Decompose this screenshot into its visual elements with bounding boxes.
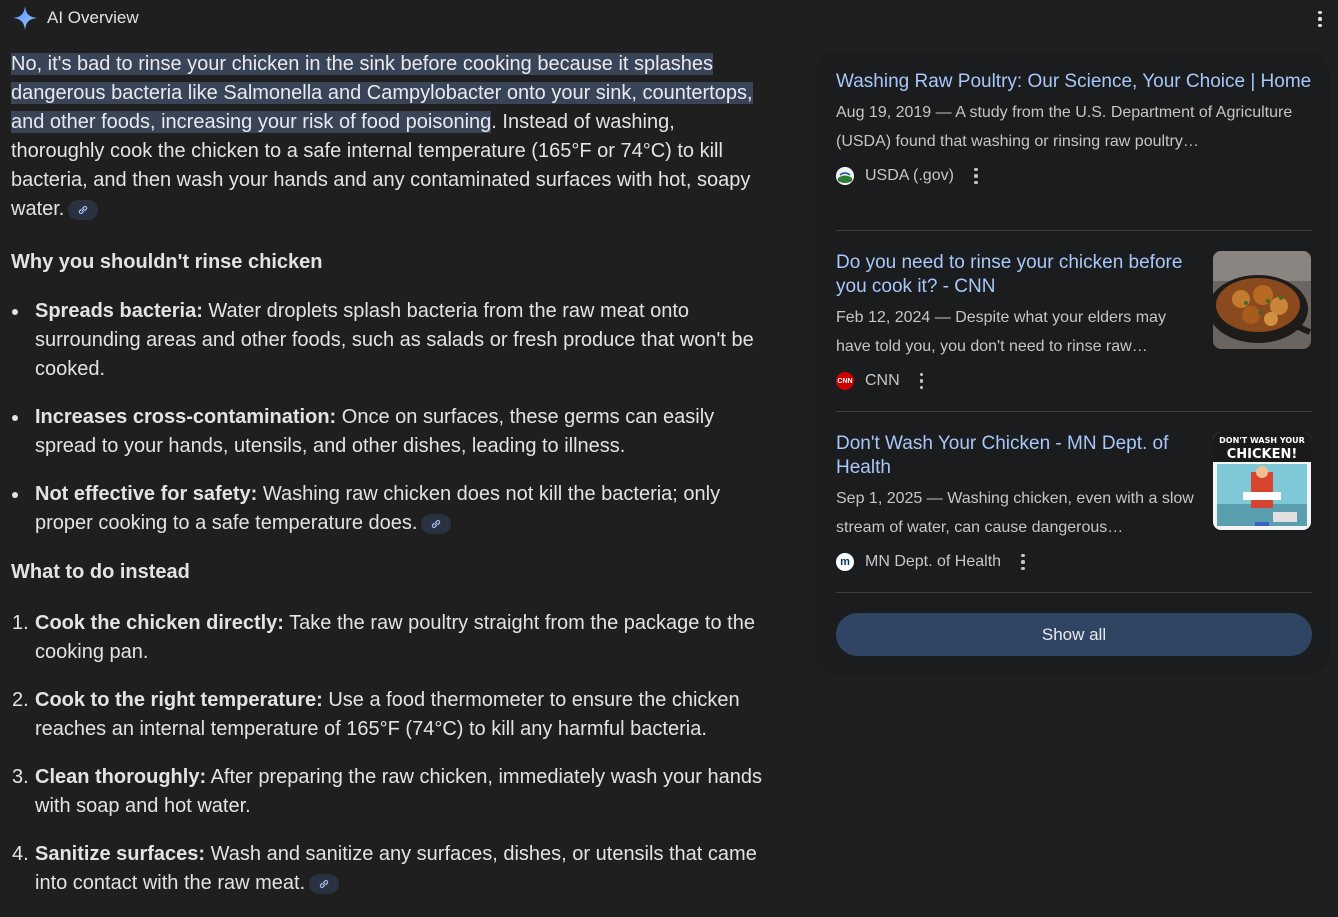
- step-item: 3. Clean thoroughly: After preparing the …: [11, 763, 771, 821]
- usda-favicon-icon: [836, 167, 854, 185]
- source-site: CNN: [865, 372, 900, 389]
- source-snippet: Sep 1, 2025 — Washing chicken, even with…: [836, 490, 1194, 536]
- why-item: Increases cross-contamination: Once on s…: [11, 403, 771, 461]
- more-vert-icon[interactable]: [914, 371, 930, 391]
- source-card[interactable]: Washing Raw Poultry: Our Science, Your C…: [836, 70, 1312, 186]
- step-number: 2.: [12, 689, 29, 711]
- source-title[interactable]: Don't Wash Your Chicken - MN Dept. of He…: [836, 432, 1196, 480]
- source-site: MN Dept. of Health: [865, 553, 1002, 570]
- step-bold: Sanitize surfaces:: [35, 843, 206, 865]
- step-item: 4. Sanitize surfaces: Wash and sanitize a…: [11, 840, 771, 898]
- step-number: 1.: [12, 612, 29, 634]
- source-link-icon[interactable]: [421, 513, 452, 534]
- mn-health-favicon-icon: m: [836, 553, 854, 571]
- thumbnail-text-main: CHICKEN!: [1227, 447, 1298, 462]
- what-heading: What to do instead: [11, 561, 190, 583]
- ai-overview-body: No, it's bad to rinse your chicken in th…: [11, 50, 771, 917]
- ai-overview-title: AI Overview: [47, 8, 139, 27]
- source-title[interactable]: Washing Raw Poultry: Our Science, Your C…: [836, 70, 1312, 94]
- source-card[interactable]: Don't Wash Your Chicken - MN Dept. of He…: [836, 432, 1196, 572]
- divider: [836, 411, 1312, 412]
- more-vert-icon[interactable]: [1015, 552, 1031, 572]
- cnn-favicon-icon: CNN: [836, 372, 854, 390]
- step-bold: Clean thoroughly:: [35, 766, 207, 788]
- why-item: Not effective for safety: Washing raw ch…: [11, 480, 771, 538]
- sources-panel: Washing Raw Poultry: Our Science, Your C…: [816, 52, 1330, 674]
- source-snippet: Aug 19, 2019 — A study from the U.S. Dep…: [836, 104, 1293, 150]
- why-item-bold: Increases cross-contamination:: [35, 406, 337, 428]
- step-item: 2. Cook to the right temperature: Use a f…: [11, 686, 771, 744]
- source-link-icon[interactable]: [309, 873, 340, 894]
- step-item: 1. Cook the chicken directly: Take the ra…: [11, 609, 771, 667]
- why-item-bold: Not effective for safety:: [35, 483, 258, 505]
- source-title[interactable]: Do you need to rinse your chicken before…: [836, 251, 1196, 299]
- sparkle-icon: [13, 6, 37, 30]
- what-list: 1. Cook the chicken directly: Take the ra…: [11, 609, 771, 898]
- show-all-button[interactable]: Show all: [836, 613, 1312, 656]
- source-link-icon[interactable]: [68, 199, 99, 220]
- divider: [836, 230, 1312, 231]
- cooked-chicken-skillet-thumbnail[interactable]: [1213, 251, 1311, 349]
- source-site: USDA (.gov): [865, 167, 954, 184]
- source-meta: USDA (.gov): [836, 166, 1312, 186]
- step-bold: Cook to the right temperature:: [35, 689, 323, 711]
- divider: [836, 592, 1312, 593]
- step-bold: Cook the chicken directly:: [35, 612, 284, 634]
- source-meta: m MN Dept. of Health: [836, 552, 1196, 572]
- ai-overview-header: AI Overview: [12, 4, 139, 32]
- more-vert-icon[interactable]: [1310, 8, 1330, 30]
- thumbnail-text-top: DON'T WASH YOUR: [1219, 436, 1305, 445]
- dont-wash-your-chicken-poster-thumbnail[interactable]: DON'T WASH YOUR CHICKEN!: [1213, 432, 1311, 530]
- source-snippet: Feb 12, 2024 — Despite what your elders …: [836, 309, 1166, 355]
- answer-paragraph: No, it's bad to rinse your chicken in th…: [11, 50, 771, 224]
- step-number: 4.: [12, 843, 29, 865]
- source-meta: CNN CNN: [836, 371, 1196, 391]
- why-item: Spreads bacteria: Water droplets splash …: [11, 297, 771, 384]
- why-heading: Why you shouldn't rinse chicken: [11, 251, 323, 273]
- why-item-bold: Spreads bacteria:: [35, 300, 203, 322]
- why-list: Spreads bacteria: Water droplets splash …: [11, 297, 771, 538]
- step-number: 3.: [12, 766, 29, 788]
- source-card[interactable]: Do you need to rinse your chicken before…: [836, 251, 1196, 391]
- more-vert-icon[interactable]: [968, 166, 984, 186]
